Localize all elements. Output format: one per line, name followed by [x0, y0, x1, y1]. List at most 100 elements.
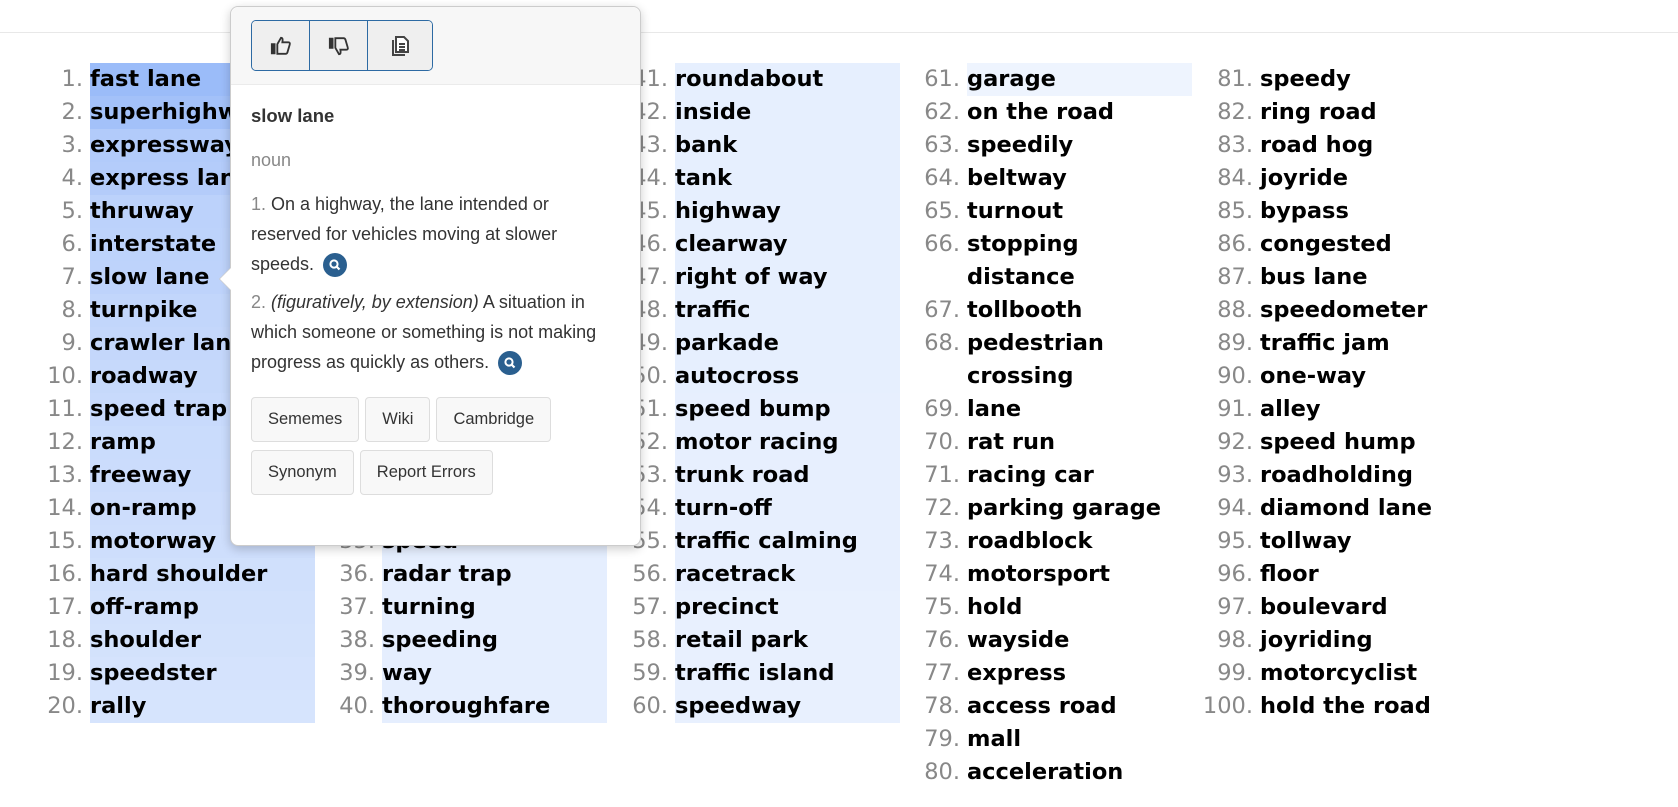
report-errors-button[interactable]: Report Errors [359, 450, 493, 495]
related-word-link[interactable]: speed hump [1260, 426, 1485, 459]
related-word-link[interactable]: rally [90, 690, 315, 723]
related-word-link[interactable]: speedometer [1260, 294, 1485, 327]
related-word-link[interactable]: roundabout [675, 63, 900, 96]
rank-number: 39. [339, 660, 375, 686]
related-word-link[interactable]: tollbooth [967, 294, 1192, 327]
copy-button[interactable] [368, 21, 432, 70]
related-word-link[interactable]: trunk road [675, 459, 900, 492]
related-word-link[interactable]: floor [1260, 558, 1485, 591]
cambridge-button[interactable]: Cambridge [436, 397, 552, 442]
related-word-link[interactable]: bus lane [1260, 261, 1485, 294]
related-word-link[interactable]: radar trap [382, 558, 607, 591]
thumbs-down-button[interactable] [310, 21, 368, 70]
related-word-link[interactable]: mall [967, 723, 1192, 756]
related-word-link[interactable]: roadblock [967, 525, 1192, 558]
definition-text: On a highway, the lane intended or reser… [251, 194, 558, 274]
word-list-item: 91. alley [1198, 393, 1483, 426]
word-list-item: 63. speedily [905, 129, 1190, 162]
related-word-link[interactable]: parking garage [967, 492, 1192, 525]
related-word-link[interactable]: hold the road [1260, 690, 1485, 723]
wiki-button[interactable]: Wiki [365, 397, 431, 442]
related-word-link[interactable]: beltway [967, 162, 1192, 195]
related-word-link[interactable]: inside [675, 96, 900, 129]
thumbs-up-icon [270, 36, 291, 55]
synonym-button[interactable]: Synonym [251, 450, 354, 495]
related-word-link[interactable]: precinct [675, 591, 900, 624]
related-word-link[interactable]: right of way [675, 261, 900, 294]
related-word-link[interactable]: turn-off [675, 492, 900, 525]
rank-number: 88. [1217, 297, 1253, 323]
rank-number: 60. [632, 693, 668, 719]
related-word-link[interactable]: turning [382, 591, 607, 624]
word-list-item: 50. autocross [613, 360, 900, 393]
related-word-link[interactable]: traffic [675, 294, 900, 327]
related-word-link[interactable]: motorcyclist [1260, 657, 1485, 690]
related-word-link[interactable]: on the road [967, 96, 1192, 129]
related-word-link[interactable]: motorsport [967, 558, 1192, 591]
word-list-item: 83. road hog [1198, 129, 1483, 162]
related-word-link[interactable]: congested [1260, 228, 1485, 261]
related-word-link[interactable]: bank [675, 129, 900, 162]
related-word-link[interactable]: wayside [967, 624, 1192, 657]
rank-number: 18. [47, 627, 83, 653]
related-word-link[interactable]: alley [1260, 393, 1485, 426]
related-word-link[interactable]: joyriding [1260, 624, 1485, 657]
related-word-link[interactable]: acceleration [967, 756, 1192, 789]
related-word-link[interactable]: joyride [1260, 162, 1485, 195]
related-word-link[interactable]: clearway [675, 228, 900, 261]
related-word-link[interactable]: lane [967, 393, 1192, 426]
related-word-link[interactable]: rat run [967, 426, 1192, 459]
word-list-item: 72. parking garage [905, 492, 1190, 525]
related-word-link[interactable]: shoulder [90, 624, 315, 657]
word-list-item: 44. tank [613, 162, 900, 195]
related-word-link[interactable]: racetrack [675, 558, 900, 591]
sememes-button[interactable]: Sememes [251, 397, 360, 442]
related-word-link[interactable]: ring road [1260, 96, 1485, 129]
related-word-link[interactable]: speedster [90, 657, 315, 690]
rank-number: 56. [632, 561, 668, 587]
related-word-link[interactable]: boulevard [1260, 591, 1485, 624]
related-word-link[interactable]: speed bump [675, 393, 900, 426]
rank-number: 94. [1217, 495, 1253, 521]
related-word-link[interactable]: tank [675, 162, 900, 195]
related-word-link[interactable]: highway [675, 195, 900, 228]
rank-number: 65. [924, 198, 960, 224]
rank-number: 71. [924, 462, 960, 488]
related-word-link[interactable]: off-ramp [90, 591, 315, 624]
related-word-link[interactable]: way [382, 657, 607, 690]
related-word-link[interactable]: roadholding [1260, 459, 1485, 492]
related-word-link[interactable]: racing car [967, 459, 1192, 492]
related-word-link[interactable]: parkade [675, 327, 900, 360]
related-word-link[interactable]: traffic island [675, 657, 900, 690]
related-word-link[interactable]: stopping distance [967, 228, 1192, 294]
related-word-link[interactable]: bypass [1260, 195, 1485, 228]
related-word-link[interactable]: hold [967, 591, 1192, 624]
search-definition-button[interactable] [323, 253, 348, 278]
word-column: 61. garage 62. on the road 63. speedily 64. bel… [905, 63, 1192, 789]
related-word-link[interactable]: express [967, 657, 1192, 690]
related-word-link[interactable]: access road [967, 690, 1192, 723]
related-word-link[interactable]: thoroughfare [382, 690, 607, 723]
rank-number: 17. [47, 594, 83, 620]
related-word-link[interactable]: traffic calming [675, 525, 900, 558]
related-word-link[interactable]: pedestrian crossing [967, 327, 1192, 393]
related-word-link[interactable]: autocross [675, 360, 900, 393]
related-word-link[interactable]: retail park [675, 624, 900, 657]
rank-number: 38. [339, 627, 375, 653]
related-word-link[interactable]: garage [967, 63, 1192, 96]
related-word-link[interactable]: speedy [1260, 63, 1485, 96]
related-word-link[interactable]: hard shoulder [90, 558, 315, 591]
thumbs-up-button[interactable] [252, 21, 310, 70]
related-word-link[interactable]: one-way [1260, 360, 1485, 393]
search-definition-button[interactable] [498, 351, 523, 376]
related-word-link[interactable]: tollway [1260, 525, 1485, 558]
related-word-link[interactable]: traffic jam [1260, 327, 1485, 360]
related-word-link[interactable]: road hog [1260, 129, 1485, 162]
related-word-link[interactable]: speeding [382, 624, 607, 657]
related-word-link[interactable]: turnout [967, 195, 1192, 228]
related-word-link[interactable]: speedway [675, 690, 900, 723]
word-list-item: 56. racetrack [613, 558, 900, 591]
related-word-link[interactable]: speedily [967, 129, 1192, 162]
related-word-link[interactable]: diamond lane [1260, 492, 1485, 525]
related-word-link[interactable]: motor racing [675, 426, 900, 459]
